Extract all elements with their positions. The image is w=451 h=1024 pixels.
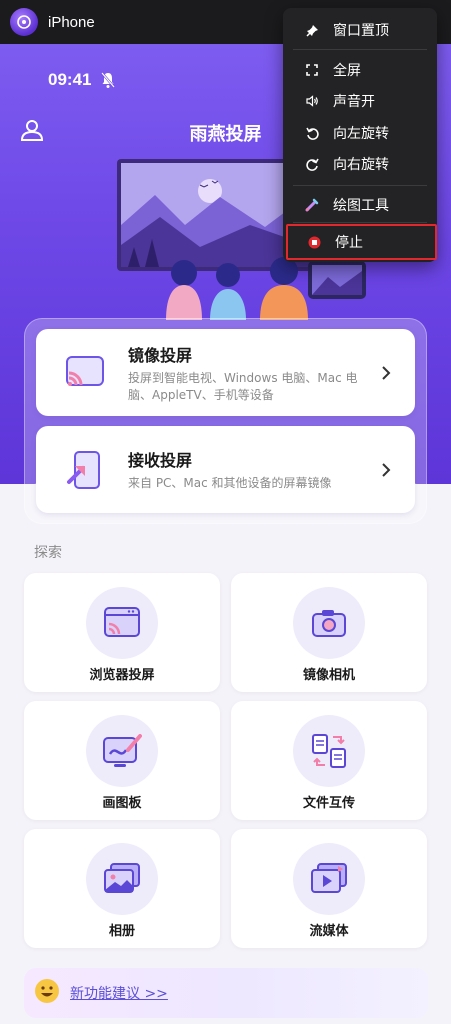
mirror-cast-title: 镜像投屏 <box>128 345 193 365</box>
menu-item-label: 停止 <box>335 235 363 251</box>
rotate-left-icon <box>305 126 319 140</box>
browser-cast-tile[interactable]: 浏览器投屏 <box>24 573 220 692</box>
menu-item-label: 绘图工具 <box>333 198 389 214</box>
mirror-camera-label: 镜像相机 <box>302 668 355 683</box>
streaming-tile[interactable]: 流媒体 <box>231 829 427 948</box>
stop-icon <box>307 235 321 249</box>
chevron-right-icon <box>381 365 391 385</box>
menu-item-pin-top[interactable]: 窗口置顶 <box>283 15 437 45</box>
receive-cast-desc: 来自 PC、Mac 和其他设备的屏幕镜像 <box>128 476 332 490</box>
window-context-menu: 窗口置顶 全屏 声音开 向左旋转 向右旋转 绘图工具 停止 <box>283 8 437 262</box>
menu-item-fullscreen[interactable]: 全屏 <box>283 55 437 85</box>
menu-item-label: 向左旋转 <box>333 126 389 142</box>
menu-divider <box>293 185 427 186</box>
app-icon <box>10 8 38 36</box>
file-transfer-tile[interactable]: 文件互传 <box>231 701 427 820</box>
rotate-right-icon <box>305 157 319 171</box>
album-label: 相册 <box>108 924 135 939</box>
window-title: iPhone <box>48 13 95 31</box>
feature-suggestion-bar[interactable]: 新功能建议 >> <box>24 968 428 1018</box>
chevron-right-icon <box>381 462 391 482</box>
feature-suggestion-link[interactable]: 新功能建议 >> <box>70 983 168 1003</box>
mirror-cast-card[interactable]: 镜像投屏 投屏到智能电视、Windows 电脑、Mac 电脑、AppleTV、手… <box>36 329 415 416</box>
menu-divider <box>293 49 427 50</box>
album-tile[interactable]: 相册 <box>24 829 220 948</box>
mirror-camera-tile[interactable]: 镜像相机 <box>231 573 427 692</box>
screen-cast-icon <box>60 348 110 398</box>
menu-item-label: 全屏 <box>333 63 361 79</box>
menu-item-label: 向右旋转 <box>333 157 389 173</box>
pin-icon <box>305 23 319 37</box>
drawing-board-icon <box>86 715 158 787</box>
streaming-media-icon <box>293 843 365 915</box>
menu-item-drawing-tools[interactable]: 绘图工具 <box>283 190 437 220</box>
photo-album-icon <box>86 843 158 915</box>
receive-screen-icon <box>60 445 110 495</box>
menu-item-rotate-right[interactable]: 向右旋转 <box>283 149 437 179</box>
pen-icon <box>305 198 319 212</box>
streaming-label: 流媒体 <box>309 924 349 939</box>
status-time: 09:41 <box>48 70 92 89</box>
menu-divider <box>293 222 427 223</box>
drawing-board-label: 画图板 <box>102 796 142 811</box>
menu-item-label: 窗口置顶 <box>333 23 389 39</box>
camera-icon <box>293 587 365 659</box>
mirror-cast-desc: 投屏到智能电视、Windows 电脑、Mac 电脑、AppleTV、手机等设备 <box>128 370 358 402</box>
file-transfer-icon <box>293 715 365 787</box>
file-transfer-label: 文件互传 <box>302 796 355 811</box>
fullscreen-icon <box>305 63 319 77</box>
menu-item-label: 声音开 <box>333 94 375 110</box>
receive-cast-title: 接收投屏 <box>128 451 193 470</box>
explore-section-title: 探索 <box>34 545 62 561</box>
drawing-board-tile[interactable]: 画图板 <box>24 701 220 820</box>
menu-item-sound[interactable]: 声音开 <box>283 86 437 116</box>
browser-cast-icon <box>86 587 158 659</box>
speaker-icon <box>305 94 319 108</box>
smiley-icon <box>34 978 60 1008</box>
menu-item-stop[interactable]: 停止 <box>286 224 437 260</box>
menu-item-rotate-left[interactable]: 向左旋转 <box>283 118 437 148</box>
receive-cast-card[interactable]: 接收投屏 来自 PC、Mac 和其他设备的屏幕镜像 <box>36 426 415 513</box>
bell-muted-icon <box>100 71 116 93</box>
browser-cast-label: 浏览器投屏 <box>89 668 155 683</box>
